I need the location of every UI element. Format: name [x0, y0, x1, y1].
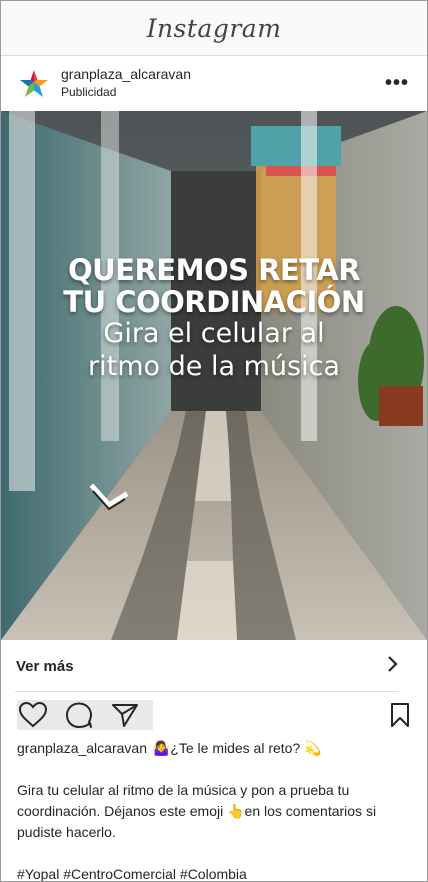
rotate-arrow-icon — [89, 483, 129, 511]
post-header: granplaza_alcaravan Publicidad ••• — [1, 56, 427, 111]
caption-body: Gira tu celular al ritmo de la música y … — [17, 782, 377, 840]
top-bar: Instagram — [1, 1, 427, 56]
overlay-line-2: TU COORDINACIÓN — [63, 285, 365, 319]
user-block: granplaza_alcaravan Publicidad — [61, 66, 381, 101]
heart-icon[interactable] — [19, 700, 65, 730]
send-icon[interactable] — [111, 700, 151, 730]
chevron-right-icon — [387, 655, 399, 678]
caption-intro: 🤷‍♀️¿Te le mides al reto? 💫 — [152, 740, 322, 756]
overlay-line-4: ritmo de la música — [88, 351, 340, 382]
sponsored-label: Publicidad — [61, 85, 117, 99]
post-media[interactable]: QUEREMOS RETAR TU COORDINACIÓN Gira el c… — [1, 111, 427, 640]
bookmark-icon[interactable] — [389, 702, 411, 733]
see-more-cta[interactable]: Ver más — [1, 640, 413, 692]
instagram-logo[interactable]: Instagram — [147, 14, 282, 43]
post-caption: granplaza_alcaravan 🤷‍♀️¿Te le mides al … — [1, 738, 427, 881]
overlay-line-1: QUEREMOS RETAR — [67, 253, 361, 287]
instagram-frame: Instagram granplaza_alcaravan Publicidad… — [0, 0, 428, 882]
caption-hashtags[interactable]: #Yopal #CentroComercial #Colombia — [17, 864, 411, 881]
comment-icon[interactable] — [65, 700, 111, 730]
overlay-line-3: Gira el celular al — [103, 318, 325, 349]
caption-username[interactable]: granplaza_alcaravan — [17, 740, 147, 756]
action-bar — [1, 692, 427, 738]
post-username[interactable]: granplaza_alcaravan — [61, 66, 381, 83]
star-logo-icon[interactable] — [17, 67, 51, 101]
more-options-icon[interactable]: ••• — [381, 72, 413, 95]
caption-first-line: granplaza_alcaravan 🤷‍♀️¿Te le mides al … — [17, 738, 411, 759]
cta-label: Ver más — [16, 657, 74, 675]
action-group — [17, 700, 153, 730]
